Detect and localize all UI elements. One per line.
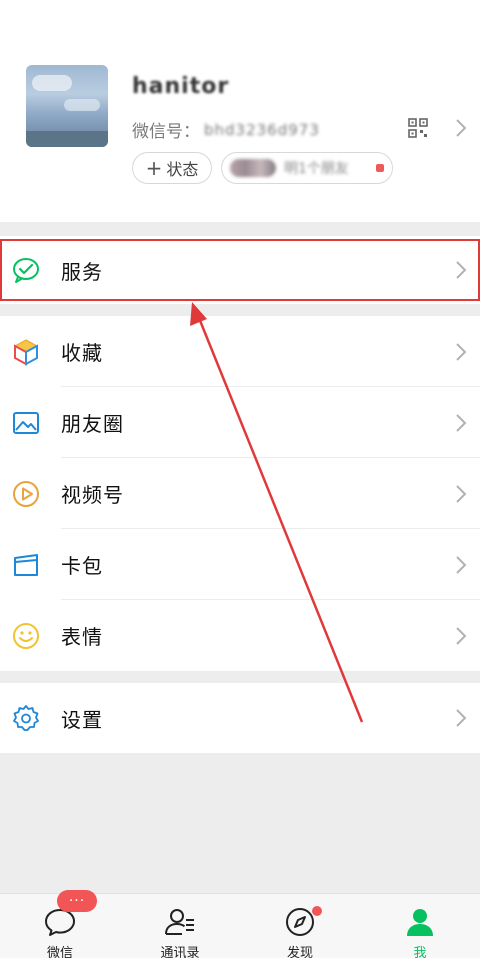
favorites-cube-icon	[13, 338, 39, 366]
menu-item-channels[interactable]: 视频号	[0, 458, 480, 529]
menu-label-channels: 视频号	[61, 483, 124, 507]
profile-header[interactable]: hanitor 微信号： bhd3236d973 + 状态 明1个朋友	[0, 0, 480, 222]
menu-label-settings: 设置	[61, 707, 103, 732]
qr-code-icon[interactable]	[408, 118, 428, 138]
friend-avatars	[230, 159, 276, 177]
tab-label-contacts: 通讯录	[160, 946, 200, 958]
menu-label-favorites: 收藏	[61, 341, 103, 365]
menu-label-stickers: 表情	[61, 625, 103, 649]
chevron-right-icon	[456, 626, 467, 645]
me-person-icon	[407, 909, 433, 936]
chevron-right-icon	[456, 342, 467, 361]
menu-item-stickers[interactable]: 表情	[0, 600, 480, 671]
discover-red-dot	[312, 906, 322, 916]
chevron-right-icon	[456, 413, 467, 432]
menu-item-settings[interactable]: 设置	[0, 683, 480, 753]
tab-label-chats: 微信	[46, 946, 73, 958]
tab-discover[interactable]: 发现	[240, 894, 360, 958]
add-status-button[interactable]: + 状态	[132, 152, 212, 184]
menu-item-moments[interactable]: 朋友圈	[0, 387, 480, 458]
chevron-right-icon	[456, 709, 467, 727]
bottom-tab-bar: 微信 ··· 通讯录 发现 我	[0, 890, 480, 958]
cards-wallet-icon	[14, 553, 38, 576]
friends-status-text: 明1个朋友	[284, 161, 349, 177]
chevron-right-icon	[456, 555, 467, 574]
annotation-highlight-box	[0, 239, 480, 301]
friends-status-pill[interactable]: 明1个朋友	[221, 152, 393, 184]
menu-label-cards: 卡包	[61, 554, 103, 578]
tab-chats[interactable]: 微信 ···	[0, 890, 120, 958]
avatar[interactable]	[26, 65, 108, 147]
menu-item-favorites[interactable]: 收藏	[0, 316, 480, 387]
contacts-person-icon	[165, 909, 194, 935]
wechat-id-value: bhd3236d973	[204, 120, 320, 139]
chevron-right-icon	[456, 484, 467, 503]
tab-label-discover: 发现	[286, 946, 313, 958]
settings-gear-icon	[13, 705, 39, 731]
settings-group: 设置	[0, 683, 480, 753]
status-label: 状态	[166, 160, 199, 179]
red-dot-icon	[376, 164, 384, 172]
menu-label-moments: 朋友圈	[61, 412, 124, 436]
plus-icon: +	[145, 156, 163, 180]
stickers-smile-icon	[13, 622, 39, 649]
tab-me[interactable]: 我	[360, 894, 480, 958]
unread-badge: ···	[57, 890, 97, 912]
wechat-id: 微信号： bhd3236d973	[132, 117, 320, 143]
tab-label-me: 我	[413, 946, 427, 958]
wechat-id-label: 微信号：	[132, 122, 200, 142]
tab-contacts[interactable]: 通讯录	[120, 894, 240, 958]
moments-photo-icon	[13, 411, 39, 434]
main-menu-group: 收藏 朋友圈 视频号 卡包 表情	[0, 316, 480, 671]
nickname: hanitor	[132, 74, 230, 99]
channels-play-icon	[13, 480, 39, 507]
chevron-right-icon	[456, 119, 467, 137]
menu-item-cards[interactable]: 卡包	[0, 529, 480, 600]
